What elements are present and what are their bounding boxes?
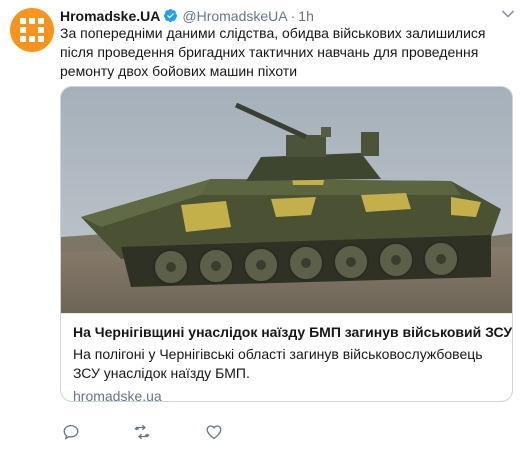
card-image[interactable]: [61, 87, 512, 313]
avatar[interactable]: [10, 8, 54, 52]
card-domain: hromadske.ua: [73, 388, 162, 402]
link-card[interactable]: На Чернігівщині унаслідок наїзду БМП заг…: [60, 86, 513, 402]
card-description: На полігоні у Чернігівські області загин…: [73, 346, 483, 381]
card-body[interactable]: На Чернігівщині унаслідок наїзду БМП заг…: [61, 313, 512, 402]
display-name[interactable]: Hromadske.UA: [60, 8, 160, 24]
timestamp[interactable]: 1h: [298, 8, 314, 24]
reply-icon[interactable]: [62, 423, 80, 441]
tweet-header: Hromadske.UA @HromadskeUA · 1h: [60, 6, 515, 26]
chevron-down-icon[interactable]: [501, 7, 515, 21]
card-title[interactable]: На Чернігівщині унаслідок наїзду БМП заг…: [73, 323, 512, 342]
separator: ·: [290, 8, 296, 24]
retweet-icon[interactable]: [133, 423, 151, 441]
hromadske-logo-icon: [10, 8, 54, 52]
verified-badge-icon: [163, 8, 178, 23]
heart-icon[interactable]: [205, 423, 223, 441]
tweet-actions: [60, 423, 360, 441]
tweet-text: За попередніми даними слідства, обидва в…: [60, 25, 486, 79]
bmp-tank-photo: [61, 87, 512, 313]
handle[interactable]: @HromadskeUA: [182, 8, 287, 24]
tweet[interactable]: Hromadske.UA @HromadskeUA · 1h За попередні…: [0, 0, 525, 449]
